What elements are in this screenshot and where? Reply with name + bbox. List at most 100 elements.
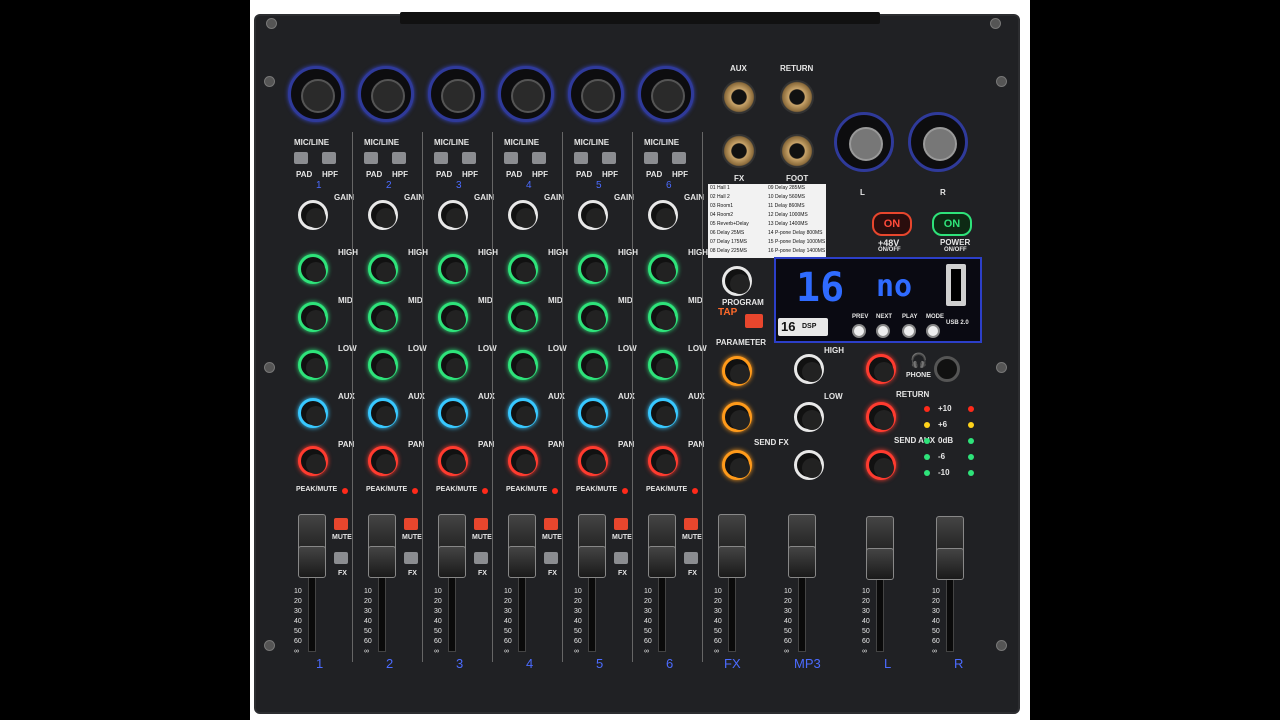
ch3-combo-input[interactable] <box>428 66 484 122</box>
ch6-pan-knob[interactable] <box>648 446 678 476</box>
ch5-aux-knob[interactable] <box>578 398 608 428</box>
ch2-gain-knob[interactable] <box>368 200 398 230</box>
fader-cap-lower-4[interactable] <box>508 546 536 578</box>
ch3-high-knob[interactable] <box>438 254 468 284</box>
ch1-pan-knob[interactable] <box>298 446 328 476</box>
ch5-pad-button[interactable] <box>574 152 588 164</box>
ch5-combo-input[interactable] <box>568 66 624 122</box>
prev-button[interactable] <box>852 324 866 338</box>
ch1-low-knob[interactable] <box>298 350 328 380</box>
ch4-low-knob[interactable] <box>508 350 538 380</box>
ch5-fx-button[interactable] <box>614 552 628 564</box>
fader-cap-lower-2[interactable] <box>368 546 396 578</box>
ch4-mid-knob[interactable] <box>508 302 538 332</box>
ch4-gain-knob[interactable] <box>508 200 538 230</box>
parameter-knob[interactable] <box>722 356 752 386</box>
aux-jack[interactable] <box>722 80 756 114</box>
return-level-knob[interactable] <box>866 402 896 432</box>
ch3-mute-button[interactable] <box>474 518 488 530</box>
ch5-high-knob[interactable] <box>578 254 608 284</box>
fader-cap-lower-1[interactable] <box>298 546 326 578</box>
fx-aux-knob[interactable] <box>722 402 752 432</box>
usb-port[interactable] <box>946 264 966 306</box>
fader-cap-lower-5[interactable] <box>578 546 606 578</box>
ch2-combo-input[interactable] <box>358 66 414 122</box>
ch6-combo-input[interactable] <box>638 66 694 122</box>
fader-cap-lower-6[interactable] <box>648 546 676 578</box>
next-button[interactable] <box>876 324 890 338</box>
ch4-combo-input[interactable] <box>498 66 554 122</box>
mode-button[interactable] <box>926 324 940 338</box>
ch1-fx-button[interactable] <box>334 552 348 564</box>
ch3-fx-button[interactable] <box>474 552 488 564</box>
ch4-high-knob[interactable] <box>508 254 538 284</box>
ch1-pad-button[interactable] <box>294 152 308 164</box>
ch1-combo-input[interactable] <box>288 66 344 122</box>
fader-cap-lower-8[interactable] <box>788 546 816 578</box>
ch3-low-knob[interactable] <box>438 350 468 380</box>
phone-jack[interactable] <box>934 356 960 382</box>
ch6-low-knob[interactable] <box>648 350 678 380</box>
ch2-aux-knob[interactable] <box>368 398 398 428</box>
ch2-pan-knob[interactable] <box>368 446 398 476</box>
ch1-aux-knob[interactable] <box>298 398 328 428</box>
main-out-r-xlr[interactable] <box>908 112 968 172</box>
mp3-level-knob[interactable] <box>794 450 824 480</box>
ch6-fx-button[interactable] <box>684 552 698 564</box>
fader-cap-lower-7[interactable] <box>718 546 746 578</box>
ch6-gain-knob[interactable] <box>648 200 678 230</box>
fader-cap-lower-9[interactable] <box>866 548 894 580</box>
ch6-pad-button[interactable] <box>644 152 658 164</box>
ch4-hpf-button[interactable] <box>532 152 546 164</box>
ch2-fx-button[interactable] <box>404 552 418 564</box>
play-button[interactable] <box>902 324 916 338</box>
ch5-gain-knob[interactable] <box>578 200 608 230</box>
ch2-mute-button[interactable] <box>404 518 418 530</box>
ch2-pad-button[interactable] <box>364 152 378 164</box>
ch1-mute-button[interactable] <box>334 518 348 530</box>
main-out-l-xlr[interactable] <box>834 112 894 172</box>
ch1-gain-knob[interactable] <box>298 200 328 230</box>
ch6-mute-button[interactable] <box>684 518 698 530</box>
ch6-hpf-button[interactable] <box>672 152 686 164</box>
ch1-high-knob[interactable] <box>298 254 328 284</box>
ch3-mid-knob[interactable] <box>438 302 468 332</box>
fader-cap-lower-10[interactable] <box>936 548 964 580</box>
ch2-low-knob[interactable] <box>368 350 398 380</box>
mp3-low-knob[interactable] <box>794 402 824 432</box>
fader-cap-lower-3[interactable] <box>438 546 466 578</box>
foot-jack[interactable] <box>780 134 814 168</box>
tap-button[interactable] <box>745 314 763 328</box>
ch1-mid-knob[interactable] <box>298 302 328 332</box>
send-aux-knob[interactable] <box>866 450 896 480</box>
ch5-mute-button[interactable] <box>614 518 628 530</box>
ch6-aux-knob[interactable] <box>648 398 678 428</box>
ch3-hpf-button[interactable] <box>462 152 476 164</box>
ch6-mid-knob[interactable] <box>648 302 678 332</box>
ch5-pan-knob[interactable] <box>578 446 608 476</box>
ch4-fx-button[interactable] <box>544 552 558 564</box>
ch4-pan-knob[interactable] <box>508 446 538 476</box>
ch2-hpf-button[interactable] <box>392 152 406 164</box>
send-fx-knob[interactable] <box>722 450 752 480</box>
ch4-pad-button[interactable] <box>504 152 518 164</box>
ch2-mid-knob[interactable] <box>368 302 398 332</box>
ch3-gain-knob[interactable] <box>438 200 468 230</box>
ch6-high-knob[interactable] <box>648 254 678 284</box>
ch3-aux-knob[interactable] <box>438 398 468 428</box>
ch5-mid-knob[interactable] <box>578 302 608 332</box>
program-knob[interactable] <box>722 266 752 296</box>
ch4-mute-button[interactable] <box>544 518 558 530</box>
ch5-hpf-button[interactable] <box>602 152 616 164</box>
ch2-high-knob[interactable] <box>368 254 398 284</box>
return-jack[interactable] <box>780 80 814 114</box>
ch5-low-knob[interactable] <box>578 350 608 380</box>
phone-level-knob[interactable] <box>866 354 896 384</box>
power-button[interactable]: ON <box>932 212 972 236</box>
ch3-pad-button[interactable] <box>434 152 448 164</box>
fx-jack[interactable] <box>722 134 756 168</box>
ch1-hpf-button[interactable] <box>322 152 336 164</box>
phantom-power-button[interactable]: ON <box>872 212 912 236</box>
ch3-pan-knob[interactable] <box>438 446 468 476</box>
ch4-aux-knob[interactable] <box>508 398 538 428</box>
